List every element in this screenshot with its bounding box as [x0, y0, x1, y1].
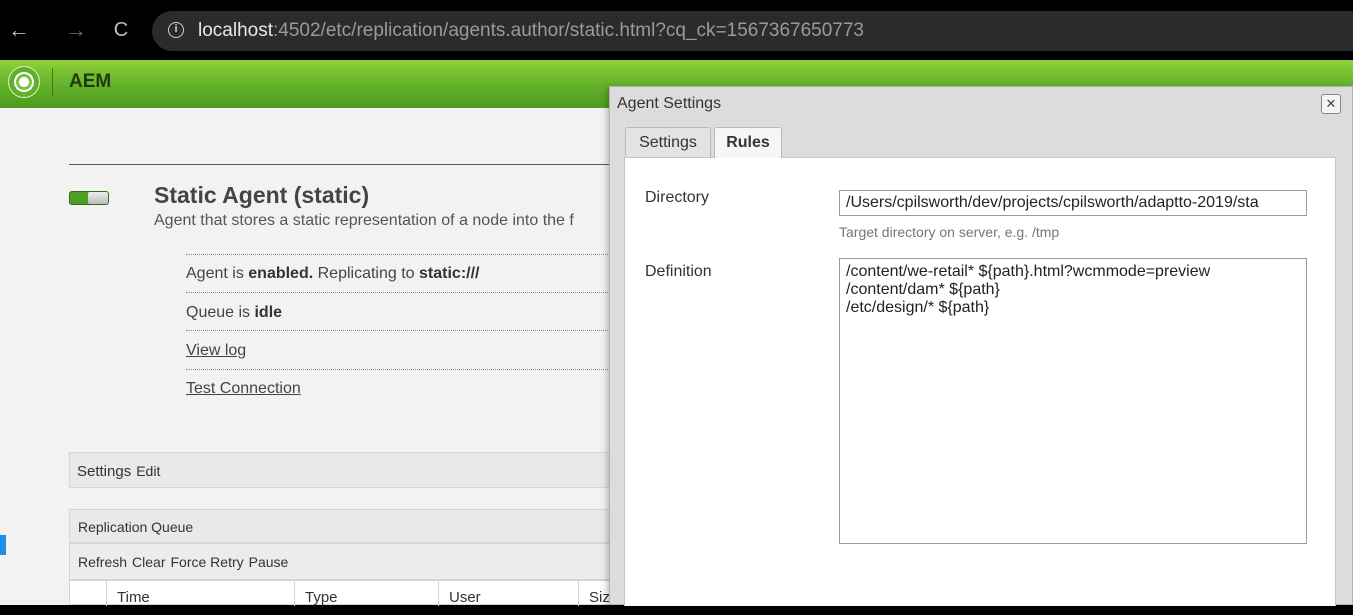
- queue-toolbar: Refresh Clear Force Retry Pause: [69, 543, 629, 580]
- replication-queue-header: Replication Queue: [69, 509, 629, 543]
- header-divider: [52, 68, 53, 96]
- queue-table-header: Time Type User Siz: [69, 580, 629, 606]
- directory-hint: Target directory on server, e.g. /tmp: [839, 224, 1060, 240]
- column-header-time[interactable]: Time: [106, 581, 294, 606]
- definition-label: Definition: [645, 263, 712, 280]
- view-log-row: View log: [186, 342, 246, 360]
- definition-line: /content/we-retail* ${path}.html?wcmmode…: [846, 263, 1211, 280]
- test-connection-link[interactable]: Test Connection: [186, 380, 301, 397]
- aem-title[interactable]: AEM: [69, 71, 111, 93]
- queue-clear-button[interactable]: Clear: [132, 554, 165, 570]
- definition-line: /content/dam* ${path}: [846, 281, 1000, 298]
- dialog-body: Directory Target directory on server, e.…: [624, 157, 1336, 606]
- settings-bar-label: Settings: [77, 463, 132, 480]
- column-header-user[interactable]: User: [438, 581, 578, 606]
- column-header-type[interactable]: Type: [294, 581, 438, 606]
- queue-refresh-button[interactable]: Refresh: [78, 554, 127, 570]
- queue-prefix: Queue is: [186, 304, 255, 321]
- status-divider: [186, 330, 616, 332]
- info-icon[interactable]: i: [168, 22, 184, 38]
- status-divider: [186, 369, 616, 371]
- tab-rules[interactable]: Rules: [714, 127, 782, 158]
- agent-settings-dialog: Agent Settings ✕ Settings Rules Director…: [609, 86, 1353, 606]
- url-text[interactable]: localhost:4502/etc/replication/agents.au…: [198, 20, 864, 42]
- status-divider: [186, 292, 616, 294]
- reload-icon[interactable]: C: [108, 16, 134, 44]
- url-host: localhost: [198, 20, 273, 41]
- agent-status: Agent is enabled. Replicating to static:…: [186, 265, 479, 283]
- queue-status: Queue is idle: [186, 304, 282, 322]
- browser-chrome: ← → C i localhost:4502/etc/replication/a…: [0, 0, 1353, 60]
- queue-force-retry-button[interactable]: Force Retry: [171, 554, 244, 570]
- toggle-knob: [88, 192, 108, 204]
- status-divider: [186, 254, 616, 256]
- replication-queue-title: Replication Queue: [78, 519, 194, 535]
- settings-bar: Settings Edit: [69, 452, 629, 488]
- status-target: static:///: [419, 265, 480, 282]
- settings-edit-button[interactable]: Edit: [136, 463, 160, 479]
- definition-line: /etc/design/* ${path}: [846, 299, 990, 316]
- status-mid: Replicating to: [313, 265, 420, 282]
- directory-label: Directory: [645, 189, 710, 206]
- aem-logo-icon[interactable]: [8, 66, 40, 98]
- page-divider: [69, 164, 629, 165]
- directory-input[interactable]: [839, 190, 1307, 216]
- forward-arrow-icon[interactable]: →: [63, 16, 89, 44]
- status-prefix: Agent is: [186, 265, 249, 282]
- address-bar[interactable]: i localhost:4502/etc/replication/agents.…: [152, 11, 1353, 51]
- view-log-link[interactable]: View log: [186, 342, 246, 359]
- definition-textarea[interactable]: /content/we-retail* ${path}.html?wcmmode…: [839, 258, 1307, 544]
- tab-settings[interactable]: Settings: [625, 127, 711, 157]
- test-connection-row: Test Connection: [186, 380, 301, 398]
- close-icon[interactable]: ✕: [1321, 94, 1341, 114]
- agent-title: Static Agent (static): [154, 182, 370, 208]
- dialog-title: Agent Settings: [617, 95, 722, 112]
- agent-status-toggle[interactable]: [69, 191, 109, 205]
- url-path: :4502/etc/replication/agents.author/stat…: [273, 20, 864, 41]
- queue-pause-button[interactable]: Pause: [249, 554, 289, 570]
- status-enabled: enabled.: [248, 265, 314, 282]
- left-edge-strip: [0, 535, 6, 555]
- queue-state: idle: [254, 304, 283, 321]
- back-arrow-icon[interactable]: ←: [6, 16, 32, 44]
- agent-description: Agent that stores a static representatio…: [154, 212, 574, 229]
